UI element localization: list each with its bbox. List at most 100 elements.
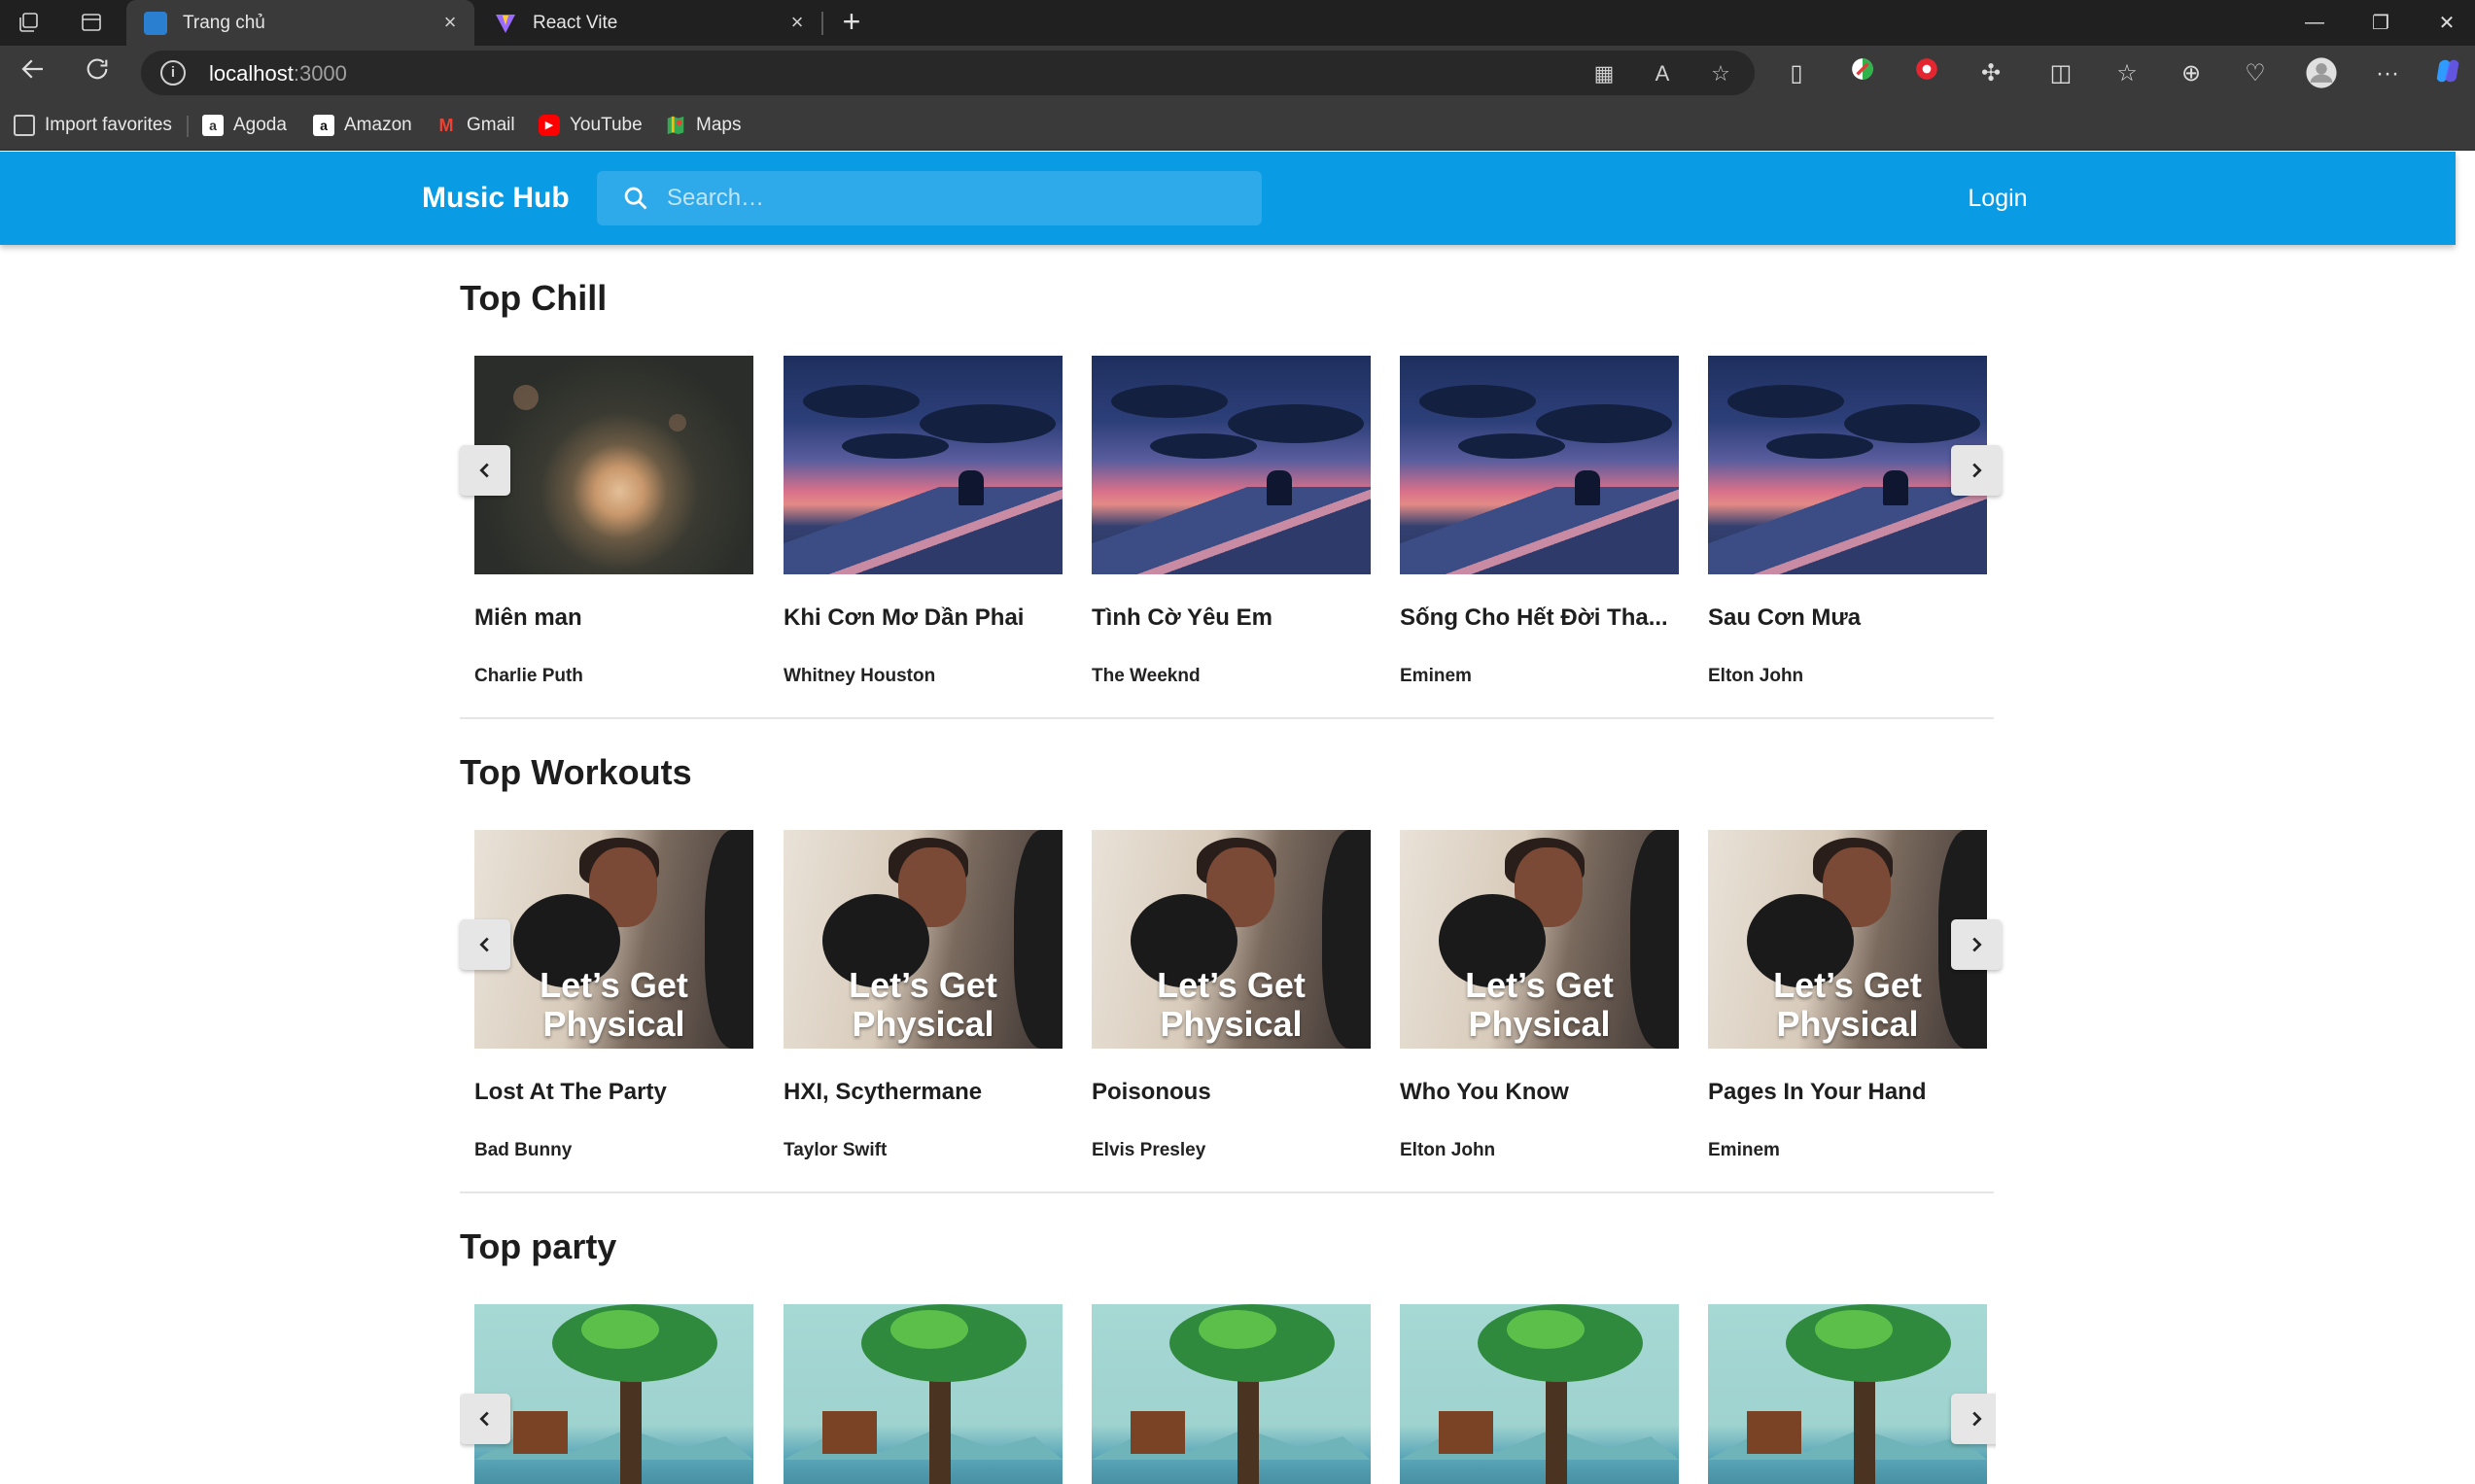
page-favicon-icon (144, 11, 167, 35)
song-title: Tình Cờ Yêu Em (1092, 604, 1272, 631)
song-title: HXI, Scythermane (784, 1079, 983, 1105)
bookmark-label: Gmail (467, 115, 515, 135)
song-artist: Charlie Puth (474, 666, 583, 686)
minimize-icon[interactable]: — (2281, 0, 2349, 46)
bookmark-label: Amazon (344, 115, 412, 135)
back-icon[interactable] (14, 54, 52, 93)
bookmarks-bar: Import favorites a Agoda a Amazon M Gmai… (0, 100, 2475, 151)
read-aloud-icon[interactable]: A (1648, 59, 1677, 88)
workspaces-icon[interactable] (6, 6, 52, 39)
url-host: localhost (209, 61, 294, 86)
extension-color-icon[interactable] (1845, 56, 1880, 91)
url-port: :3000 (293, 61, 347, 86)
section-top-chill: Top Chill Miên man Charlie Puth Khi Cơn … (460, 278, 2002, 721)
section-divider (460, 1191, 1994, 1193)
chevron-right-icon (1972, 937, 1982, 952)
cover-caption: Let’s Get Physical (849, 965, 997, 1044)
gmail-icon: M (438, 116, 454, 135)
song-artist: Elvis Presley (1092, 1140, 1206, 1160)
section-title: Top Chill (460, 278, 608, 318)
login-button[interactable]: Login (1944, 177, 2051, 220)
cover-art (474, 1304, 753, 1484)
extension-shield-icon[interactable] (1909, 56, 1944, 91)
bookmark-gmail[interactable]: M Gmail (436, 113, 515, 138)
carousel-prev-button[interactable] (460, 445, 510, 496)
song-artist: Taylor Swift (784, 1140, 888, 1160)
address-url[interactable]: localhost:3000 (209, 61, 347, 86)
cover-art: Let’s Get Physical (784, 830, 1063, 1049)
copilot-icon[interactable] (2430, 56, 2465, 91)
extensions-icon[interactable]: ✣ (1973, 56, 2008, 91)
song-title: Khi Cơn Mơ Dần Phai (784, 604, 1025, 631)
section-divider (460, 717, 1994, 719)
tab-label: Trang chủ (183, 12, 265, 33)
app-available-icon[interactable]: ▦ (1589, 59, 1619, 88)
bookmark-maps[interactable]: Maps (665, 113, 741, 138)
tab-trang-chu[interactable]: Trang chủ × (126, 0, 474, 46)
chevron-left-icon (479, 937, 489, 952)
bookmark-label: YouTube (570, 115, 643, 135)
phone-icon[interactable]: ▯ (1779, 56, 1814, 91)
more-menu-icon[interactable]: ··· (2370, 56, 2405, 91)
favorites-icon[interactable]: ☆ (2109, 56, 2144, 91)
song-artist: Elton John (1400, 1140, 1496, 1160)
reload-icon[interactable] (78, 54, 117, 93)
section-title: Top Workouts (460, 752, 692, 792)
browser-toolbar: i localhost:3000 ▦ A ☆ ▯ ✣ ◫ ☆ ⊕ ♡ ··· (0, 46, 2475, 100)
collections-icon[interactable]: ⊕ (2174, 56, 2209, 91)
cover-art: Let’s Get Physical (1400, 830, 1679, 1049)
bookmark-youtube[interactable]: ▶ YouTube (539, 113, 643, 138)
cover-art: Let’s Get Physical (474, 830, 753, 1049)
song-artist: Whitney Houston (784, 666, 936, 686)
song-title: Sau Cơn Mưa (1708, 604, 1862, 631)
cover-art (784, 356, 1063, 574)
cover-art (1092, 1304, 1371, 1484)
bookmark-label: Maps (696, 115, 742, 135)
tab-actions-icon[interactable] (68, 6, 115, 39)
close-window-icon[interactable]: ✕ (2413, 0, 2475, 46)
carousel-next-button[interactable] (1951, 1394, 1996, 1444)
restore-icon[interactable]: ❐ (2347, 0, 2415, 46)
section-top-party: Top party (460, 1226, 1996, 1484)
close-tab-icon[interactable]: × (437, 10, 463, 35)
carousel-next-button[interactable] (1951, 445, 2002, 496)
search-icon (624, 187, 647, 210)
bookmark-import-favorites[interactable]: Import favorites (14, 113, 172, 138)
cover-caption: Let’s Get Physical (1773, 965, 1922, 1044)
song-title: Sống Cho Hết Đời Tha... (1400, 604, 1668, 631)
song-artist: Eminem (1708, 1140, 1780, 1160)
tab-react-vite[interactable]: React Vite × (476, 0, 821, 46)
cover-art: Let’s Get Physical (1708, 830, 1987, 1049)
song-title: Miên man (474, 604, 582, 631)
song-title: Pages In Your Hand (1708, 1079, 1927, 1105)
bookmark-agoda[interactable]: a Agoda (202, 113, 287, 138)
import-icon (14, 115, 35, 136)
bookmark-separator (187, 116, 189, 137)
cover-art: Let’s Get Physical (1092, 830, 1371, 1049)
chevron-right-icon (1972, 1411, 1982, 1427)
address-bar[interactable]: i localhost:3000 ▦ A ☆ (141, 51, 1755, 95)
song-artist: Elton John (1708, 666, 1804, 686)
cover-art (1400, 1304, 1679, 1484)
bookmark-amazon[interactable]: a Amazon (313, 113, 412, 138)
cover-caption: Let’s Get Physical (540, 965, 688, 1044)
close-tab-icon[interactable]: × (784, 10, 810, 35)
carousel-prev-button[interactable] (460, 1394, 510, 1444)
bookmark-label: Agoda (233, 115, 287, 135)
carousel-next-button[interactable] (1951, 919, 2002, 970)
maps-icon (665, 115, 686, 136)
site-info-icon[interactable]: i (160, 60, 186, 86)
new-tab-icon[interactable]: + (834, 6, 869, 39)
chevron-right-icon (1972, 463, 1982, 478)
carousel-prev-button[interactable] (460, 919, 510, 970)
cover-art (1400, 356, 1679, 574)
favorite-star-icon[interactable]: ☆ (1706, 59, 1735, 88)
search-box[interactable] (597, 171, 1262, 225)
brand-logo[interactable]: Music Hub (422, 182, 570, 215)
chevron-left-icon (479, 1411, 489, 1427)
section-top-workouts: Top Workouts Let’s Get Physical Lost At … (460, 752, 2002, 1195)
profile-avatar-icon[interactable] (2304, 56, 2339, 91)
search-input[interactable] (667, 179, 1240, 218)
browser-essentials-icon[interactable]: ♡ (2238, 56, 2273, 91)
split-screen-icon[interactable]: ◫ (2043, 56, 2078, 91)
